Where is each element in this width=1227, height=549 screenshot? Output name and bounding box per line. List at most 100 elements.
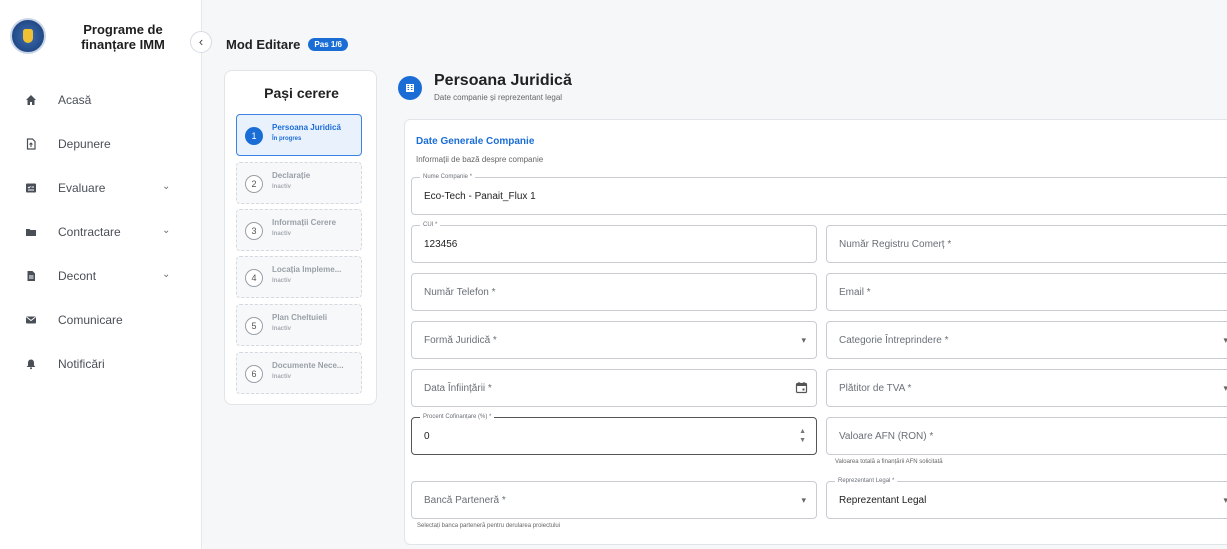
government-logo: [10, 18, 46, 54]
field-value: 0: [424, 431, 430, 442]
step-label: Locația Impleme...: [272, 265, 342, 274]
step-number: 2: [245, 175, 263, 193]
step-declaratie[interactable]: 2 Declarație Inactiv: [236, 162, 362, 204]
sidebar-item-notificari[interactable]: Notificări: [0, 342, 202, 386]
brand-title: Programe de finanțare IMM: [81, 22, 165, 52]
field-value: 123456: [424, 239, 458, 250]
file-upload-icon: [24, 137, 38, 151]
step-plan-cheltuieli[interactable]: 5 Plan Cheltuieli Inactiv: [236, 304, 362, 346]
folder-icon: [24, 225, 38, 239]
field-value: Eco-Tech - Panait_Flux 1: [424, 191, 536, 202]
sidebar-item-acasa[interactable]: Acasă: [0, 78, 202, 122]
page-subtitle: Date companie și reprezentant legal: [434, 93, 563, 102]
calendar-icon[interactable]: [795, 381, 808, 394]
sidebar-item-contractare[interactable]: Contractare ⌄: [0, 210, 202, 254]
dropdown-arrow-icon: ▾: [1223, 383, 1227, 393]
step-status: Inactiv: [272, 326, 292, 332]
step-label: Informații Cerere: [272, 218, 337, 227]
step-number: 4: [245, 269, 263, 287]
sidebar-item-label: Comunicare: [58, 313, 123, 327]
chevron-down-icon: ⌄: [162, 181, 171, 192]
sidebar-item-comunicare[interactable]: Comunicare: [0, 298, 202, 342]
number-stepper-icon[interactable]: ▲ ▼: [799, 427, 806, 445]
step-status: Inactiv: [272, 278, 292, 284]
dropdown-arrow-icon: ▾: [801, 335, 806, 345]
banca-partenera-select[interactable]: Bancă Parteneră * ▾: [411, 481, 817, 519]
section-title: Date Generale Companie: [416, 136, 535, 147]
step-number: 1: [245, 127, 263, 145]
mail-icon: [24, 313, 38, 327]
field-label: Nume Companie *: [420, 173, 476, 181]
steps-panel: Pași cerere 1 Persoana Juridică În progr…: [224, 70, 377, 405]
steps-title: Pași cerere: [264, 85, 339, 101]
step-label: Persoana Juridică: [272, 123, 341, 132]
field-label: Procent Cofinanțare (%) *: [420, 413, 495, 421]
page-title: Persoana Juridică: [434, 72, 572, 89]
step-status: Inactiv: [272, 184, 292, 190]
step-number: 6: [245, 365, 263, 383]
step-status: În progres: [272, 136, 302, 142]
step-locatia-implementarii[interactable]: 4 Locația Impleme... Inactiv: [236, 256, 362, 298]
field-placeholder: Data Înființării *: [424, 383, 492, 394]
cui-field[interactable]: CUI * 123456: [411, 221, 817, 263]
step-label: Declarație: [272, 171, 311, 180]
field-label: Reprezentant Legal *: [835, 477, 898, 485]
step-documente-necesare[interactable]: 6 Documente Nece... Inactiv: [236, 352, 362, 394]
dropdown-arrow-icon: ▾: [1223, 335, 1227, 345]
valoare-afn-field[interactable]: Valoare AFN (RON) *: [826, 417, 1227, 455]
sidebar-item-depunere[interactable]: Depunere: [0, 122, 202, 166]
company-form-card: Date Generale Companie Informații de baz…: [404, 119, 1227, 545]
field-placeholder: Formă Juridică *: [424, 335, 497, 346]
building-icon: [398, 76, 422, 100]
sidebar: Programe de finanțare IMM Acasă Depunere…: [0, 0, 202, 549]
sidebar-item-label: Acasă: [58, 93, 92, 107]
step-informatii-cerere[interactable]: 3 Informații Cerere Inactiv: [236, 209, 362, 251]
categorie-intreprindere-select[interactable]: Categorie Întreprindere * ▾: [826, 321, 1227, 359]
valoare-afn-helper: Valoarea totală a finanțării AFN solicit…: [835, 459, 943, 465]
mode-title: Mod Editare: [226, 36, 301, 52]
forma-juridica-select[interactable]: Formă Juridică * ▾: [411, 321, 817, 359]
step-badge: Pas 1/6: [308, 37, 348, 51]
step-number: 3: [245, 222, 263, 240]
data-infiintarii-field[interactable]: Data Înființării *: [411, 369, 817, 407]
checklist-icon: [24, 181, 38, 195]
field-placeholder: Număr Registru Comerț *: [839, 239, 952, 250]
sidebar-item-label: Decont: [58, 269, 97, 283]
platitor-tva-select[interactable]: Plătitor de TVA * ▾: [826, 369, 1227, 407]
sidebar-item-decont[interactable]: Decont ⌄: [0, 254, 202, 298]
sidebar-item-label: Notificări: [58, 357, 105, 371]
registru-comert-field[interactable]: Număr Registru Comerț *: [826, 225, 1227, 263]
email-field[interactable]: Email *: [826, 273, 1227, 311]
document-icon: [24, 269, 38, 283]
bell-icon: [24, 357, 38, 371]
field-placeholder: Categorie Întreprindere *: [839, 335, 949, 346]
step-persoana-juridica[interactable]: 1 Persoana Juridică În progres: [236, 114, 362, 156]
section-subtitle: Informații de bază despre companie: [416, 155, 544, 164]
sidebar-item-evaluare[interactable]: Evaluare ⌄: [0, 166, 202, 210]
chevron-left-icon: ‹: [198, 34, 204, 49]
page-header: Mod Editare Pas 1/6: [226, 34, 348, 54]
collapse-sidebar-button[interactable]: ‹: [190, 31, 212, 53]
sidebar-item-label: Evaluare: [58, 181, 106, 195]
phone-field[interactable]: Număr Telefon *: [411, 273, 817, 311]
step-label: Plan Cheltuieli: [272, 313, 328, 322]
chevron-down-icon: ⌄: [162, 225, 171, 236]
reprezentant-legal-select[interactable]: Reprezentant Legal * Reprezentant Legal …: [826, 477, 1227, 519]
step-number: 5: [245, 317, 263, 335]
dropdown-arrow-icon: ▾: [801, 495, 806, 505]
field-placeholder: Plătitor de TVA *: [839, 383, 912, 394]
sidebar-item-label: Contractare: [58, 225, 121, 239]
procent-cofinantare-field[interactable]: Procent Cofinanțare (%) * 0 ▲ ▼: [411, 413, 817, 455]
field-placeholder: Bancă Parteneră *: [424, 495, 506, 506]
field-placeholder: Valoare AFN (RON) *: [839, 431, 934, 442]
company-name-field[interactable]: Nume Companie * Eco-Tech - Panait_Flux 1: [411, 173, 1227, 215]
field-label: CUI *: [420, 221, 441, 229]
sidebar-item-label: Depunere: [58, 137, 111, 151]
step-status: Inactiv: [272, 374, 292, 380]
chevron-down-icon: ⌄: [162, 269, 171, 280]
banca-helper: Selectați banca parteneră pentru derular…: [417, 523, 561, 529]
step-label: Documente Nece...: [272, 361, 344, 370]
brand[interactable]: Programe de finanțare IMM: [8, 12, 198, 64]
field-placeholder: Email *: [839, 287, 871, 298]
home-icon: [24, 93, 38, 107]
